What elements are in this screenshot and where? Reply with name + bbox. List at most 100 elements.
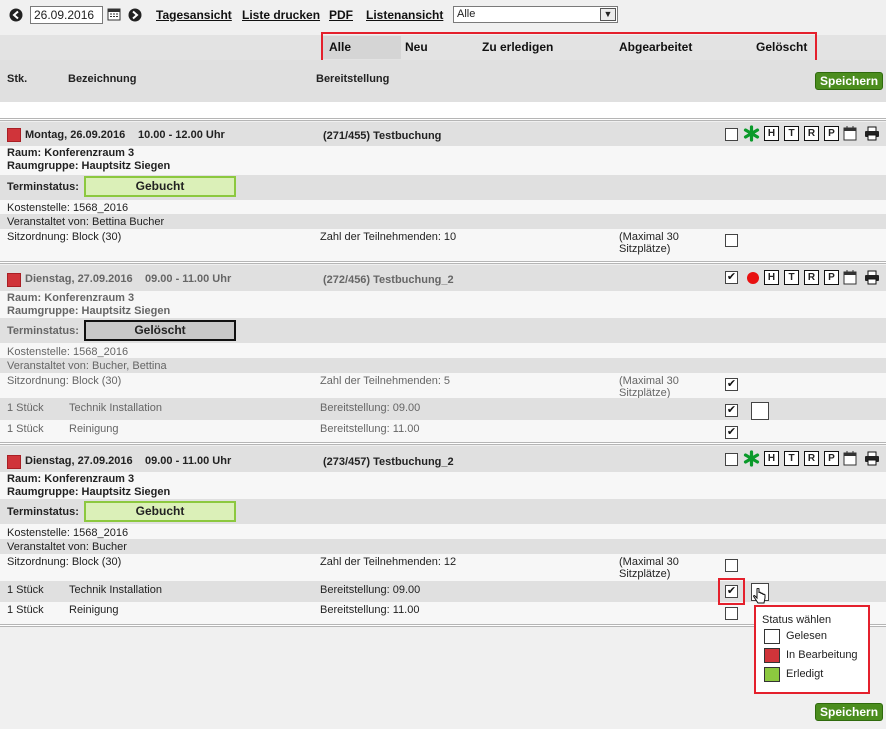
header-spacer: [0, 102, 886, 118]
cost-center: Kostenstelle: 1568_2016: [7, 346, 129, 358]
booking-ref: (272/456) Testbuchung_2: [323, 274, 454, 286]
participants: Zahl der Teilnehmenden: 5: [320, 375, 451, 387]
cost-center: Kostenstelle: 1568_2016: [7, 527, 129, 539]
p-icon[interactable]: P: [824, 270, 839, 285]
booking-checkbox[interactable]: [725, 128, 738, 141]
booking-date: Dienstag, 27.09.2016: [25, 455, 133, 467]
booking-ref: (271/455) Testbuchung: [323, 130, 442, 142]
chevron-down-icon[interactable]: ▼: [600, 8, 616, 21]
participants: Zahl der Teilnehmenden: 10: [320, 231, 457, 243]
status-square: [7, 273, 21, 287]
filter-select-value: Alle: [457, 8, 476, 20]
max-seats: (Maximal 30 Sitzplätze): [619, 556, 679, 580]
printer-icon[interactable]: [864, 451, 880, 469]
separator: [0, 261, 886, 264]
seating: Sitzordnung: Block (30): [7, 556, 122, 568]
item-status-box[interactable]: [751, 402, 769, 420]
item-checkbox[interactable]: [725, 607, 738, 620]
item-provision: Bereitstellung: 09.00: [320, 584, 421, 596]
booking-date: Montag, 26.09.2016: [25, 129, 126, 141]
col-bereitstellung: Bereitstellung: [316, 73, 390, 85]
item-qty: 1 Stück: [7, 604, 44, 616]
p-icon[interactable]: P: [824, 451, 839, 466]
t-icon[interactable]: T: [784, 126, 799, 141]
seating-checkbox[interactable]: ✔: [725, 378, 738, 391]
terminstatus-label: Terminstatus:: [7, 506, 79, 518]
arrow-right-icon[interactable]: [128, 8, 142, 25]
h-icon[interactable]: H: [764, 126, 779, 141]
organizer-row: [0, 539, 886, 554]
status-option-label: Erledigt: [786, 668, 824, 680]
item-checkbox[interactable]: ✔: [725, 426, 738, 439]
r-icon[interactable]: R: [804, 451, 819, 466]
seating: Sitzordnung: Block (30): [7, 231, 122, 243]
item-checkbox[interactable]: ✔: [725, 404, 738, 417]
col-stk: Stk.: [7, 73, 28, 85]
seating-checkbox[interactable]: [725, 559, 738, 572]
organizer: Veranstaltet von: Bucher: [7, 541, 127, 553]
tabs-highlight: [321, 32, 817, 63]
separator: [0, 118, 886, 121]
printer-icon[interactable]: [864, 270, 880, 288]
popup-title: Status wählen: [762, 614, 832, 626]
link-tagesansicht[interactable]: Tagesansicht: [156, 8, 232, 22]
printer-icon[interactable]: [864, 126, 880, 144]
status-badge[interactable]: Gebucht: [84, 176, 236, 197]
link-listenansicht[interactable]: Listenansicht: [366, 8, 443, 22]
arrow-left-icon[interactable]: [9, 8, 23, 25]
status-badge[interactable]: Gebucht: [84, 501, 236, 522]
terminstatus-label: Terminstatus:: [7, 325, 79, 337]
booking-time: 09.00 - 11.00 Uhr: [145, 455, 232, 467]
r-icon[interactable]: R: [804, 126, 819, 141]
separator: [0, 442, 886, 445]
asterisk-icon[interactable]: [743, 450, 760, 470]
booking-checkbox[interactable]: ✔: [725, 271, 738, 284]
filter-select[interactable]: Alle ▼: [453, 6, 618, 23]
seating-checkbox[interactable]: [725, 234, 738, 247]
status-square: [7, 455, 21, 469]
terminstatus-label: Terminstatus:: [7, 181, 79, 193]
asterisk-icon[interactable]: [743, 125, 760, 145]
h-icon[interactable]: H: [764, 270, 779, 285]
link-liste-drucken[interactable]: Liste drucken: [242, 8, 320, 22]
col-bezeichnung: Bezeichnung: [68, 73, 137, 85]
room-name: Raum: Konferenzraum 3: [7, 473, 135, 485]
save-button-top[interactable]: Speichern: [815, 72, 884, 90]
h-icon[interactable]: H: [764, 451, 779, 466]
save-button-bottom[interactable]: Speichern: [815, 703, 884, 721]
item-provision: Bereitstellung: 11.00: [320, 604, 420, 616]
p-icon[interactable]: P: [824, 126, 839, 141]
item-provision: Bereitstellung: 09.00: [320, 402, 421, 414]
status-badge[interactable]: Gelöscht: [84, 320, 236, 341]
room-group: Raumgruppe: Hauptsitz Siegen: [7, 305, 171, 317]
calendar-icon[interactable]: [843, 451, 857, 469]
calendar-icon[interactable]: [843, 126, 857, 144]
calendar-icon[interactable]: [843, 270, 857, 288]
room-group: Raumgruppe: Hauptsitz Siegen: [7, 486, 171, 498]
link-pdf[interactable]: PDF: [329, 8, 353, 22]
max-seats: (Maximal 30 Sitzplätze): [619, 375, 679, 399]
item-name: Reinigung: [69, 423, 119, 435]
t-icon[interactable]: T: [784, 451, 799, 466]
red-dot-icon[interactable]: [746, 271, 760, 288]
item-name: Technik Installation: [69, 402, 162, 414]
room-name: Raum: Konferenzraum 3: [7, 292, 135, 304]
status-popup: Status wählen Gelesen In Bearbeitung Erl…: [754, 605, 870, 694]
cost-center: Kostenstelle: 1568_2016: [7, 202, 129, 214]
item-provision: Bereitstellung: 11.00: [320, 423, 420, 435]
booking-date: Dienstag, 27.09.2016: [25, 273, 133, 285]
item-qty: 1 Stück: [7, 584, 44, 596]
t-icon[interactable]: T: [784, 270, 799, 285]
item-qty: 1 Stück: [7, 423, 44, 435]
item-checkbox[interactable]: ✔: [725, 585, 738, 598]
calendar-icon[interactable]: [107, 7, 121, 24]
participants: Zahl der Teilnehmenden: 12: [320, 556, 457, 568]
status-swatch: [764, 648, 780, 663]
r-icon[interactable]: R: [804, 270, 819, 285]
date-input[interactable]: 26.09.2016: [30, 6, 103, 24]
status-option-label: Gelesen: [786, 630, 827, 642]
booking-time: 09.00 - 11.00 Uhr: [145, 273, 232, 285]
organizer: Veranstaltet von: Bucher, Bettina: [7, 360, 167, 372]
seating: Sitzordnung: Block (30): [7, 375, 122, 387]
booking-checkbox[interactable]: [725, 453, 738, 466]
